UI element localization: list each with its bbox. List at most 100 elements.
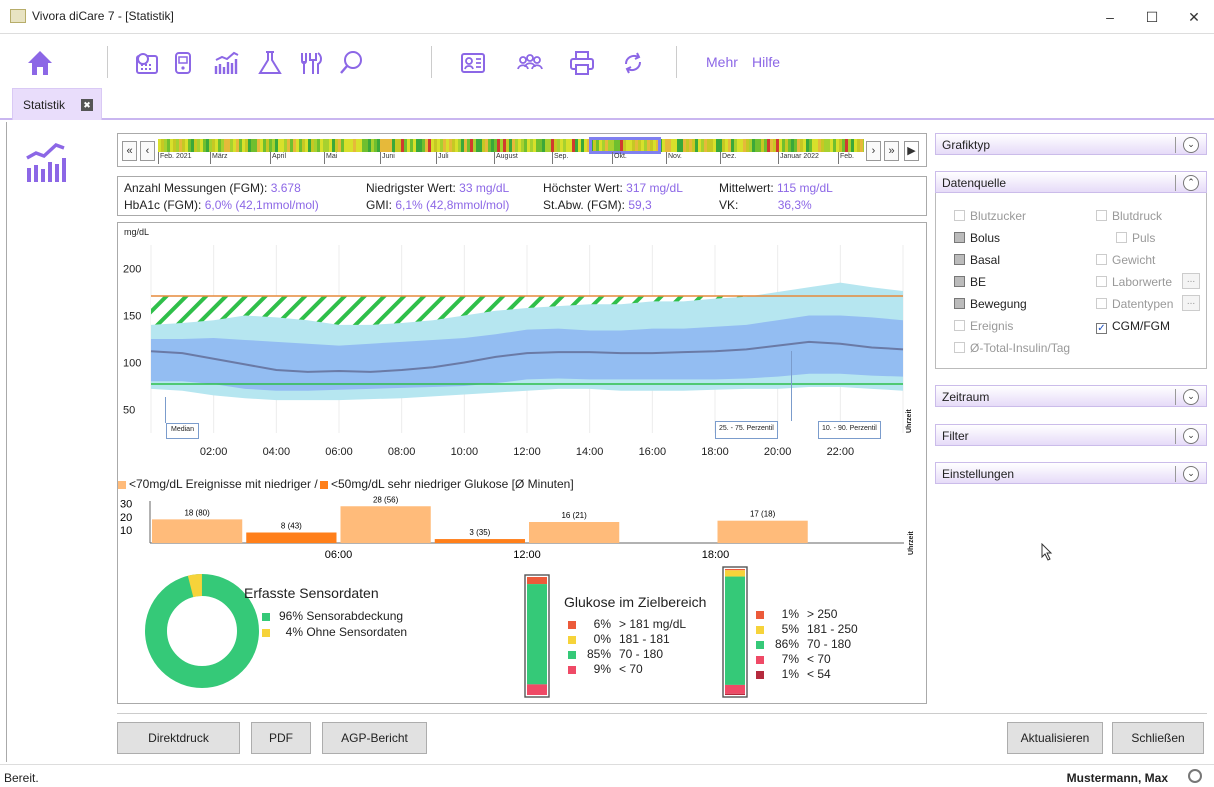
agp-report-button[interactable]: AGP-Bericht [322, 722, 427, 754]
close-window-button[interactable]: ✕ [1178, 6, 1210, 28]
events-y-tick: 10 [120, 525, 132, 537]
y-unit-label: mg/dL [124, 227, 150, 237]
events-chart: <70mg/dL Ereignisse mit niedriger / <50m… [118, 471, 926, 561]
tab-statistik[interactable]: Statistik ✖ [12, 88, 102, 120]
chevron-down-icon[interactable]: ⌄ [1183, 389, 1199, 405]
timeline-play-button[interactable]: ▶ [904, 141, 919, 161]
timeline-prev-button[interactable]: ‹ [140, 141, 155, 161]
chevron-down-icon[interactable]: ⌄ [1183, 466, 1199, 482]
statistics-icon[interactable] [212, 48, 242, 78]
sensor-title: Erfasste Sensordaten [244, 585, 379, 601]
tir-legend-item: 6% > 181 mg/dL [568, 617, 686, 631]
chevron-down-icon[interactable]: ⌄ [1183, 137, 1199, 153]
pdf-button[interactable]: PDF [251, 722, 311, 754]
event-bar-label: 17 (18) [750, 510, 776, 519]
tab-label: Statistik [23, 98, 66, 112]
y-tick-label: 100 [123, 358, 141, 370]
checkbox-be[interactable]: BE [954, 275, 986, 289]
accordion-datenquelle[interactable]: Datenquelle ⌃ [935, 171, 1207, 193]
tir-segment [725, 570, 745, 577]
tir-segment [527, 584, 547, 685]
checkbox-basal[interactable]: Basal [954, 253, 1000, 267]
checkbox-bewegung[interactable]: Bewegung [954, 297, 1027, 311]
events-x-tick: 12:00 [513, 549, 541, 561]
accordion-filter[interactable]: Filter ⌄ [935, 424, 1207, 446]
schliessen-button[interactable]: Schließen [1112, 722, 1204, 754]
sync-icon[interactable] [618, 48, 648, 78]
status-text: Bereit. [4, 771, 39, 785]
patient-card-icon[interactable] [458, 48, 488, 78]
title-bar: Vivora diCare 7 - [Statistik] – ☐ ✕ [0, 0, 1214, 34]
chevron-down-icon[interactable]: ⌄ [1183, 428, 1199, 444]
checkbox-laborwerte[interactable]: Laborwerte [1096, 275, 1172, 289]
search-icon[interactable] [337, 48, 367, 78]
bottom-charts: Erfasste Sensordaten 96% Sensorabdeckung… [118, 563, 926, 703]
laborwerte-more-button[interactable]: ... [1182, 273, 1200, 289]
accordion-einstellungen[interactable]: Einstellungen ⌄ [935, 462, 1207, 484]
timeline-month-label: August [496, 153, 518, 160]
maximize-button[interactable]: ☐ [1136, 6, 1168, 28]
timeline-first-button[interactable]: « [122, 141, 137, 161]
tir-legend-item: 1% > 250 [756, 607, 837, 621]
tab-bar: Statistik ✖ [0, 84, 1214, 120]
tir-segment [725, 693, 745, 695]
p25-75-label: 25. - 75. Perzentil [715, 421, 778, 439]
tir-segment [725, 684, 745, 694]
checkbox-insulin[interactable]: Ø-Total-Insulin/Tag [954, 341, 1070, 355]
group-icon[interactable] [515, 48, 545, 78]
checkbox-gewicht[interactable]: Gewicht [1096, 253, 1155, 267]
checkbox-ereignis[interactable]: Ereignis [954, 319, 1013, 333]
event-bar [246, 532, 337, 543]
calendar-clock-icon[interactable] [132, 48, 162, 78]
more-menu[interactable]: Mehr [706, 54, 738, 70]
help-menu[interactable]: Hilfe [752, 54, 780, 70]
accordion-zeitraum[interactable]: Zeitraum ⌄ [935, 385, 1207, 407]
event-bar-label: 18 (80) [184, 508, 210, 517]
events-x-unit: Uhrzeit [908, 531, 915, 555]
tir-legend-swatch [756, 655, 764, 664]
legend-low-swatch [118, 480, 126, 489]
checkbox-blutdruck[interactable]: Blutdruck [1096, 209, 1162, 223]
timeline-months: Feb. 2021 März April Mai Juni Juli August Sep. O… [158, 134, 864, 164]
chevron-up-icon[interactable]: ⌃ [1183, 175, 1199, 191]
timeline-month-label: Okt. [614, 153, 627, 160]
event-bar-label: 28 (56) [373, 495, 399, 504]
events-bar-chart: 302010 18 (80) 8 (43) 28 (56) 3 (35) 16 (21) 1… [120, 495, 904, 561]
food-icon[interactable] [296, 48, 326, 78]
x-tick-label: 10:00 [451, 446, 479, 458]
tir-segment [725, 576, 745, 685]
x-tick-label: 16:00 [639, 446, 667, 458]
events-legend-verylow: <50mg/dL sehr niedriger Glukose [Ø Minut… [320, 477, 574, 491]
minimize-button[interactable]: – [1094, 6, 1126, 28]
checkbox-blutzucker[interactable]: Blutzucker [954, 209, 1026, 223]
datenquelle-panel: Blutzucker Blutdruck Bolus Puls Basal Ge… [935, 193, 1207, 369]
checkbox-puls[interactable]: Puls [1116, 231, 1155, 245]
mouse-cursor-icon [1041, 543, 1053, 561]
timeline-last-button[interactable]: » [884, 141, 899, 161]
accordion-grafiktyp[interactable]: Grafiktyp ⌄ [935, 133, 1207, 155]
home-icon[interactable] [25, 48, 55, 78]
print-icon[interactable] [567, 48, 597, 78]
events-legend-low: <70mg/dL Ereignisse mit niedriger / [118, 477, 318, 491]
glucose-meter-icon[interactable] [168, 48, 198, 78]
timeline-month-label: März [212, 153, 228, 160]
events-y-tick: 20 [120, 512, 132, 524]
lab-flask-icon[interactable] [255, 48, 285, 78]
datentypen-more-button[interactable]: ... [1182, 295, 1200, 311]
x-tick-label: 20:00 [764, 446, 792, 458]
tir-legend-swatch [756, 670, 764, 679]
time-in-range-bar-left [524, 574, 550, 698]
timeline-next-button[interactable]: › [866, 141, 881, 161]
tab-close-icon[interactable]: ✖ [81, 99, 93, 111]
agp-chart: 200 150 100 50 02:00 04:00 06:00 08:00 10:00 12:0… [123, 245, 904, 458]
checkbox-datentypen[interactable]: Datentypen [1096, 297, 1173, 311]
checkbox-bolus[interactable]: Bolus [954, 231, 1000, 245]
event-bar-label: 8 (43) [281, 522, 302, 531]
direktdruck-button[interactable]: Direktdruck [117, 722, 240, 754]
x-tick-label: 18:00 [701, 446, 729, 458]
checkbox-cgm-fgm[interactable]: ✓ CGM/FGM [1096, 319, 1170, 334]
timeline-navigator: « ‹ Feb. 2021 März April Mai Juni Juli August S… [117, 133, 927, 167]
tir-segment [725, 569, 745, 571]
timeline-month-label: Juni [382, 153, 395, 160]
aktualisieren-button[interactable]: Aktualisieren [1007, 722, 1103, 754]
